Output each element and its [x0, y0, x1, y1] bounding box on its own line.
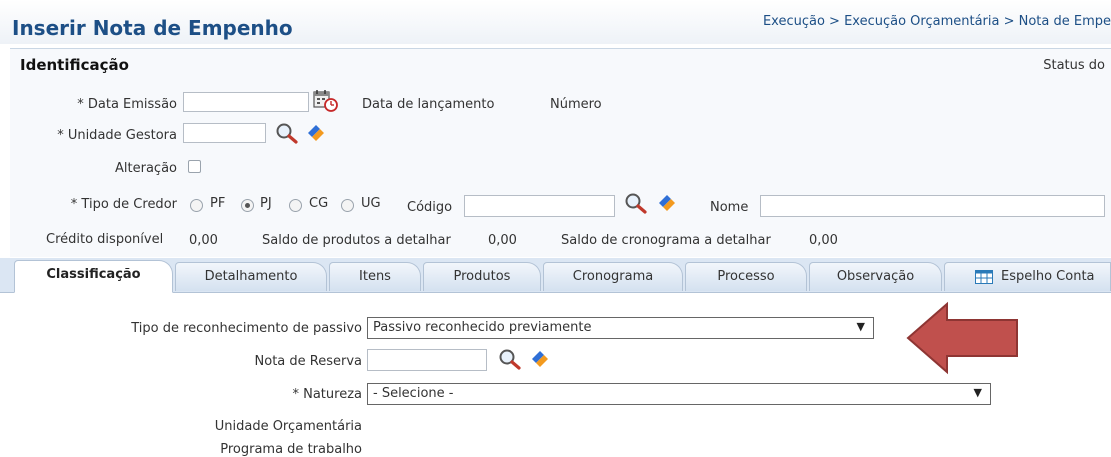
chevron-down-icon: ▼ [973, 386, 982, 399]
data-emissao-label: * Data Emissão [77, 97, 177, 112]
tab-detalhamento[interactable]: Detalhamento [175, 262, 327, 291]
tab-espelho-label: Espelho Conta [1001, 269, 1095, 284]
tipo-reconhecimento-value: Passivo reconhecido previamente [373, 320, 592, 335]
identificacao-panel [10, 48, 1111, 257]
arrow-left-icon [906, 301, 1018, 375]
alteracao-checkbox[interactable] [188, 160, 201, 173]
tipo-reconhecimento-select[interactable]: Passivo reconhecido previamente ▼ [367, 317, 874, 339]
credor-option-ug: UG [361, 196, 381, 211]
data-lancamento-label: Data de lançamento [362, 97, 495, 112]
credor-option-pf: PF [210, 196, 226, 211]
numero-label: Número [550, 97, 602, 112]
natureza-label: * Natureza [292, 387, 362, 402]
credor-radio-pj[interactable] [241, 199, 254, 212]
credor-radio-pf[interactable] [190, 199, 203, 212]
chevron-down-icon: ▼ [856, 320, 865, 333]
search-icon[interactable] [275, 122, 299, 144]
saldo-produtos-value: 0,00 [488, 233, 517, 248]
page-title: Inserir Nota de Empenho [12, 16, 293, 40]
unidade-orcamentaria-label: Unidade Orçamentária [214, 419, 362, 434]
alteracao-label: Alteração [115, 161, 177, 176]
eraser-icon[interactable] [305, 122, 329, 144]
nota-reserva-input[interactable] [367, 349, 487, 371]
saldo-cronograma-value: 0,00 [809, 233, 838, 248]
saldo-cronograma-label: Saldo de cronograma a detalhar [561, 233, 771, 248]
tipo-credor-label: * Tipo de Credor [70, 197, 177, 212]
credor-option-pj: PJ [260, 196, 272, 211]
nome-label: Nome [710, 200, 749, 215]
programa-trabalho-label: Programa de trabalho [220, 442, 362, 457]
eraser-icon[interactable] [656, 192, 680, 214]
credor-radio-cg[interactable] [289, 199, 302, 212]
section-title: Identificação [20, 56, 129, 74]
tab-produtos[interactable]: Produtos [423, 262, 541, 291]
credito-label: Crédito disponível [46, 232, 164, 247]
credor-radio-ug[interactable] [341, 199, 354, 212]
credor-option-cg: CG [309, 196, 329, 211]
saldo-produtos-label: Saldo de produtos a detalhar [262, 233, 451, 248]
breadcrumb[interactable]: Execução > Execução Orçamentária > Nota … [763, 14, 1111, 29]
tab-itens[interactable]: Itens [329, 262, 421, 291]
tab-observacao[interactable]: Observação [809, 262, 942, 291]
status-label: Status do [1043, 58, 1105, 73]
codigo-input[interactable] [464, 195, 615, 217]
natureza-value: - Selecione - [373, 386, 454, 401]
calendar-icon[interactable] [313, 89, 339, 113]
tab-cronograma[interactable]: Cronograma [543, 262, 683, 291]
tab-processo[interactable]: Processo [685, 262, 807, 291]
credito-value: 0,00 [189, 233, 218, 248]
table-icon [975, 270, 993, 284]
tipo-reconhecimento-label: Tipo de reconhecimento de passivo [131, 321, 362, 336]
eraser-icon[interactable] [529, 348, 553, 370]
tab-espelho-contabil[interactable]: Espelho Conta [944, 262, 1111, 291]
unidade-gestora-label: * Unidade Gestora [57, 128, 177, 143]
natureza-select[interactable]: - Selecione - ▼ [367, 383, 991, 405]
search-icon[interactable] [498, 348, 522, 370]
tab-classificacao[interactable]: Classificação [14, 260, 173, 293]
unidade-gestora-input[interactable] [183, 123, 266, 143]
nome-input[interactable] [760, 195, 1105, 217]
data-emissao-input[interactable] [183, 92, 309, 112]
codigo-label: Código [407, 200, 453, 215]
nota-reserva-label: Nota de Reserva [254, 354, 362, 369]
search-icon[interactable] [624, 192, 648, 214]
